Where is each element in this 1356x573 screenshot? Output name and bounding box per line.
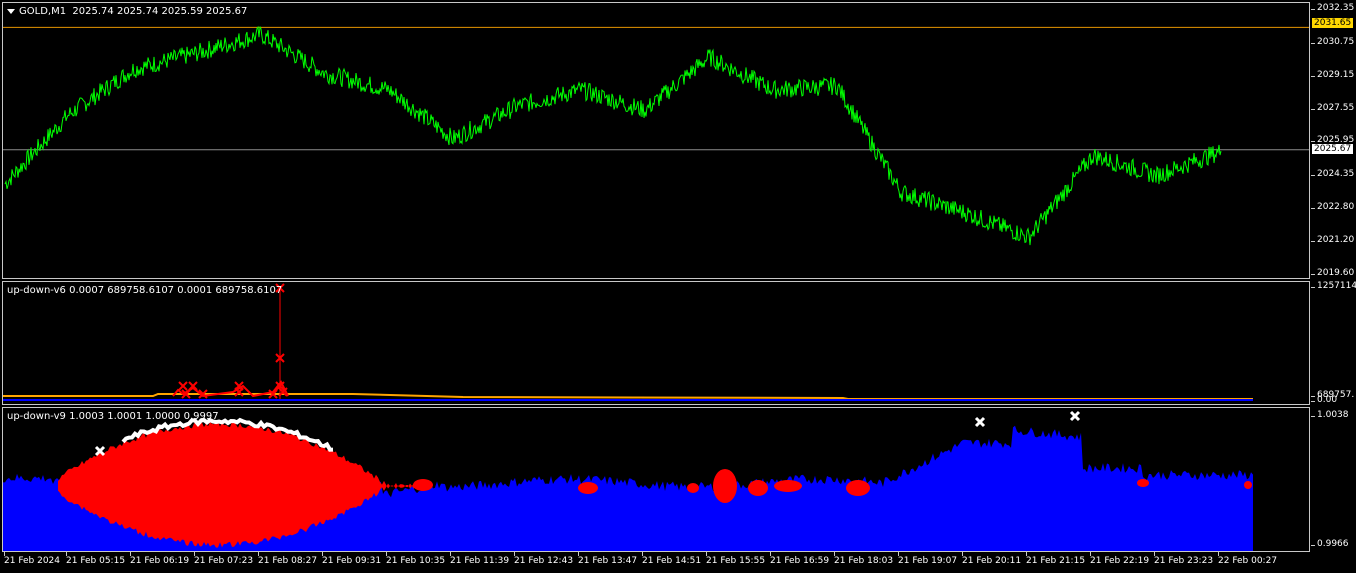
v6-level-line (3, 393, 1253, 400)
price-tick: 2027.55 (1310, 103, 1355, 113)
v9-down-blob (1137, 479, 1149, 487)
time-tick: 21 Feb 14:51 (642, 552, 702, 566)
time-tick: 21 Feb 11:39 (450, 552, 510, 566)
time-tick: 22 Feb 00:27 (1218, 552, 1278, 566)
indicator-v9-title: up-down-v9 1.0003 1.0001 1.0000 0.9997 (7, 411, 219, 422)
indicator-v9-canvas (3, 410, 1253, 551)
v9-down-blob (713, 469, 737, 503)
indicator-v6-title: up-down-v6 0.0007 689758.6107 0.0001 689… (7, 285, 283, 296)
price-tick: 2030.75 (1310, 37, 1355, 47)
price-tick: 2019.60 (1310, 268, 1355, 278)
price-chart-canvas (3, 25, 1309, 246)
time-tick: 21 Feb 13:47 (578, 552, 638, 566)
time-tick: 21 Feb 07:23 (194, 552, 254, 566)
v9-down-blob (748, 480, 768, 496)
price-series-line (4, 25, 1222, 246)
v9-signal-cross (974, 416, 986, 428)
price-tick: 2024.35 (1310, 169, 1355, 179)
time-tick: 21 Feb 18:03 (834, 552, 894, 566)
time-tick: 21 Feb 20:11 (962, 552, 1022, 566)
v6-top-label: 12571140S (1311, 281, 1356, 291)
time-tick: 21 Feb 09:31 (322, 552, 382, 566)
indicator-v6-pane[interactable]: up-down-v6 0.0007 689758.6107 0.0001 689… (2, 281, 1310, 405)
v9-top-label: 1.0038 (1311, 410, 1349, 420)
bid-price-label: 2025.67 (1312, 144, 1354, 154)
time-tick: 21 Feb 10:35 (386, 552, 446, 566)
time-tick: 21 Feb 16:59 (770, 552, 830, 566)
chart-header: GOLD,M1 2025.74 2025.74 2025.59 2025.67 (7, 6, 247, 17)
time-tick: 21 Feb 21:15 (1026, 552, 1086, 566)
indicator-v6-canvas (3, 283, 1253, 401)
price-tick: 2032.35 (1310, 3, 1355, 13)
price-tick: 2029.15 (1310, 70, 1355, 80)
v9-bottom-label: 0.9966 (1311, 539, 1349, 549)
indicator-v9-pane[interactable]: up-down-v9 1.0003 1.0001 1.0000 0.9997 (2, 407, 1310, 552)
time-tick: 21 Feb 08:27 (258, 552, 318, 566)
time-tick: 21 Feb 22:19 (1090, 552, 1150, 566)
time-tick: 21 Feb 23:23 (1154, 552, 1214, 566)
symbol-label: GOLD,M1 (19, 6, 67, 17)
v6-signal-cross (178, 381, 188, 391)
v9-down-blob (687, 483, 699, 493)
v9-down-blob (1244, 481, 1252, 489)
time-axis[interactable]: 21 Feb 2024 21 Feb 05:15 21 Feb 06:19 21 Fe… (2, 552, 1312, 573)
collapse-triangle-icon[interactable] (7, 8, 15, 14)
time-tick: 21 Feb 12:43 (514, 552, 574, 566)
v9-signal-cross (1069, 410, 1081, 422)
price-tick: 2022.80 (1310, 202, 1355, 212)
level-price-label: 2031.65 (1312, 18, 1354, 28)
time-tick: 21 Feb 05:15 (66, 552, 126, 566)
price-tick: 2021.20 (1310, 235, 1355, 245)
price-axis[interactable]: 2032.35 2031.65 2030.75 2029.15 2027.55 … (1310, 0, 1356, 553)
time-tick: 21 Feb 19:07 (898, 552, 958, 566)
time-tick: 21 Feb 15:55 (706, 552, 766, 566)
ohlc-readout: 2025.74 2025.74 2025.59 2025.67 (72, 6, 248, 17)
v9-down-blob (578, 482, 598, 494)
v9-down-blob (413, 479, 433, 491)
price-chart-pane[interactable]: GOLD,M1 2025.74 2025.74 2025.59 2025.67 (2, 2, 1310, 279)
v9-down-blob (846, 480, 870, 496)
time-tick: 21 Feb 2024 (4, 552, 61, 566)
v6-bottom-label-under: 0.00 (1310, 395, 1338, 405)
v9-down-blob (774, 480, 802, 492)
time-tick: 21 Feb 06:19 (130, 552, 190, 566)
